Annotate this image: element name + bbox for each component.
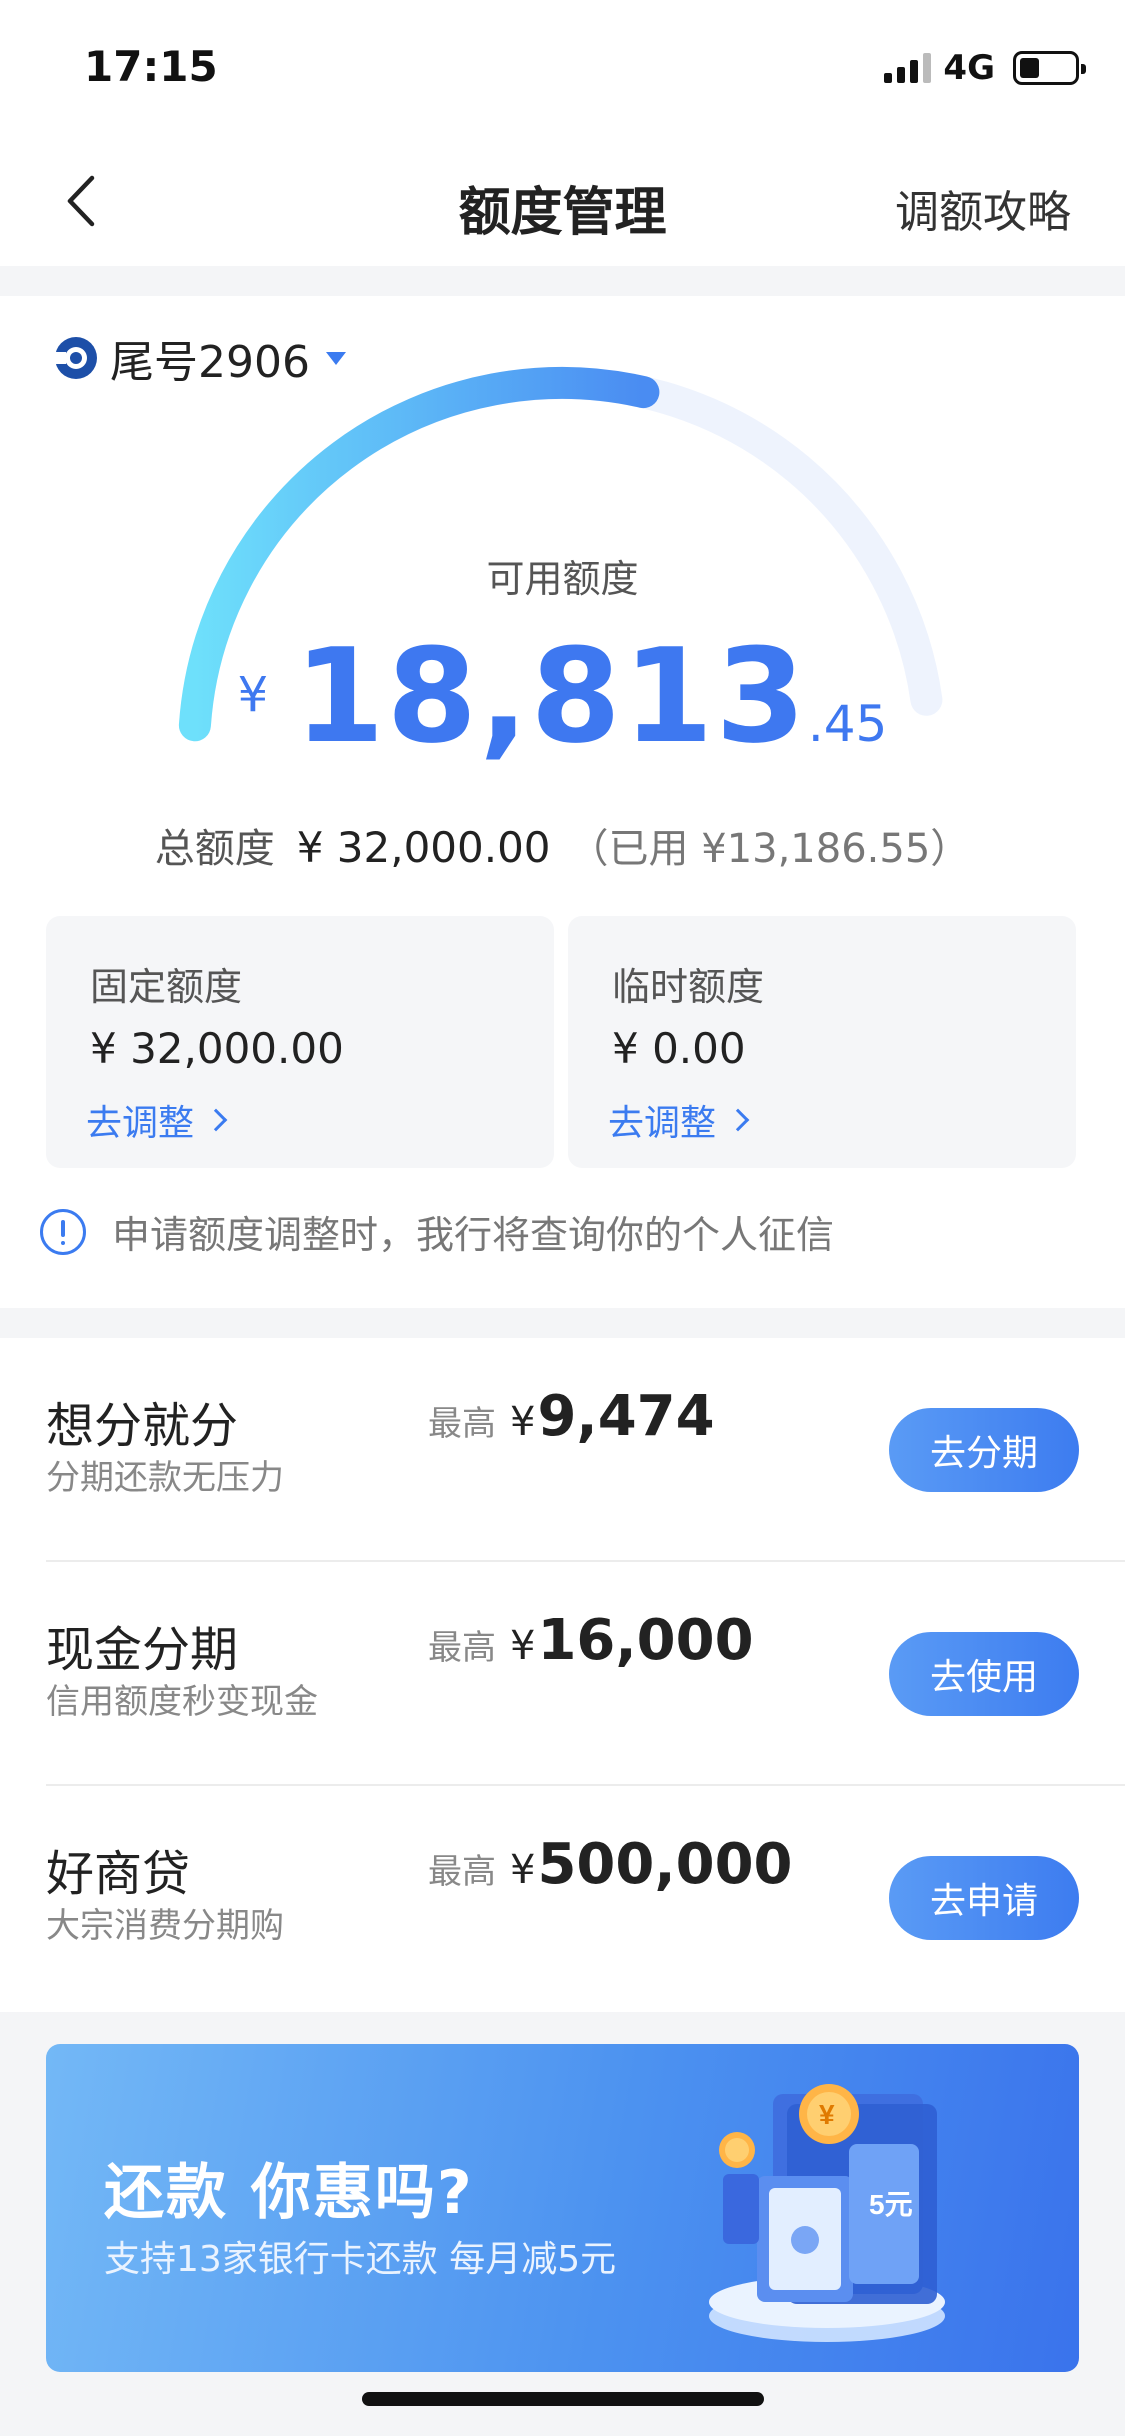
available-limit-label: 可用额度	[486, 557, 639, 601]
use-cash-button[interactable]: 去使用	[889, 1632, 1079, 1716]
home-indicator	[362, 2392, 764, 2406]
product-max-amount: 最高 ¥500,000	[428, 1832, 793, 1897]
max-value: 500,000	[537, 1832, 793, 1897]
fixed-limit-value: ¥ 32,000.00	[90, 1024, 344, 1073]
ticket-text: 5元	[869, 2189, 913, 2220]
product-row: 想分就分 分期还款无压力 最高 ¥9,474 去分期	[0, 1338, 1125, 1562]
installment-products: 想分就分 分期还款无压力 最高 ¥9,474 去分期 现金分期 信用额度秒变现金 …	[0, 1338, 1125, 2012]
amount-decimal: .45	[807, 695, 888, 753]
product-row: 好商贷 大宗消费分期购 最高 ¥500,000 去申请	[0, 1786, 1125, 2010]
temporary-limit-box: 临时额度 ¥ 0.00 去调整	[568, 916, 1076, 1168]
notice-text: 申请额度调整时，我行将查询你的个人征信	[112, 1213, 835, 1257]
product-name: 好商贷	[46, 1846, 191, 1902]
card-number-label: 尾号2906	[110, 337, 310, 388]
banner-subtitle: 支持13家银行卡还款 每月减5元	[104, 2239, 617, 2280]
nav-bar: 额度管理 调额攻略	[0, 140, 1125, 266]
credit-limit-card: 尾号2906 可用额度 ¥18,813.45 总额度 ¥ 32,000.00 （已用…	[0, 296, 1125, 1308]
status-indicators: 4G	[884, 48, 1086, 88]
fixed-limit-title: 固定额度	[90, 965, 243, 1009]
installment-button[interactable]: 去分期	[889, 1408, 1079, 1492]
coin-voucher-illustration: 5元 ¥	[709, 2084, 945, 2342]
total-limit-value: ¥ 32,000.00	[296, 823, 551, 872]
max-label: 最高	[428, 1404, 496, 1444]
temporary-limit-title: 临时额度	[612, 965, 765, 1009]
product-desc: 信用额度秒变现金	[46, 1682, 318, 1722]
max-label: 最高	[428, 1852, 496, 1892]
adjust-fixed-link[interactable]: 去调整	[86, 1094, 228, 1146]
limit-guide-link[interactable]: 调额攻略	[895, 176, 1071, 240]
adjust-temporary-label: 去调整	[608, 1103, 717, 1144]
product-max-amount: 最高 ¥9,474	[428, 1384, 715, 1449]
currency-symbol: ¥	[510, 1399, 536, 1445]
battery-icon	[1013, 51, 1086, 85]
coin-symbol: ¥	[819, 2099, 835, 2130]
status-bar: 17:15 4G	[0, 0, 1125, 140]
amount-integer: 18,813	[294, 620, 808, 772]
adjust-temporary-link[interactable]: 去调整	[608, 1094, 750, 1146]
temporary-limit-value: ¥ 0.00	[612, 1024, 746, 1073]
available-limit-amount: ¥18,813.45	[0, 620, 1125, 772]
repayment-promo-banner[interactable]: 还款 你惠吗? 支持13家银行卡还款 每月减5元 5元 ¥	[46, 2044, 1079, 2372]
used-amount: （已用 ¥13,186.55）	[568, 826, 971, 872]
signal-icon	[884, 53, 932, 83]
adjust-fixed-label: 去调整	[86, 1103, 195, 1144]
status-time: 17:15	[84, 42, 218, 91]
caret-down-icon	[325, 351, 346, 365]
banner-title: 还款 你惠吗?	[104, 2158, 474, 2228]
info-icon	[40, 1208, 86, 1255]
product-desc: 分期还款无压力	[46, 1458, 284, 1498]
product-name: 现金分期	[46, 1622, 239, 1678]
currency-symbol: ¥	[510, 1847, 536, 1893]
product-name: 想分就分	[46, 1398, 239, 1454]
apply-button[interactable]: 去申请	[889, 1856, 1079, 1940]
product-max-amount: 最高 ¥16,000	[428, 1608, 754, 1673]
max-value: 9,474	[537, 1384, 715, 1449]
product-desc: 大宗消费分期购	[46, 1906, 284, 1946]
fixed-limit-box: 固定额度 ¥ 32,000.00 去调整	[46, 916, 554, 1168]
total-limit-label: 总额度	[154, 826, 275, 872]
network-label: 4G	[943, 48, 995, 88]
chevron-right-icon	[204, 1108, 228, 1132]
credit-check-notice: 申请额度调整时，我行将查询你的个人征信	[40, 1204, 834, 1259]
total-limit-line: 总额度 ¥ 32,000.00 （已用 ¥13,186.55）	[0, 816, 1125, 874]
currency-symbol: ¥	[237, 667, 269, 723]
currency-symbol: ¥	[510, 1623, 536, 1669]
chevron-right-icon	[726, 1108, 750, 1132]
card-selector[interactable]: 尾号2906	[52, 326, 346, 390]
bank-logo-icon	[52, 337, 97, 379]
max-label: 最高	[428, 1628, 496, 1668]
product-row: 现金分期 信用额度秒变现金 最高 ¥16,000 去使用	[0, 1562, 1125, 1786]
max-value: 16,000	[537, 1608, 754, 1673]
